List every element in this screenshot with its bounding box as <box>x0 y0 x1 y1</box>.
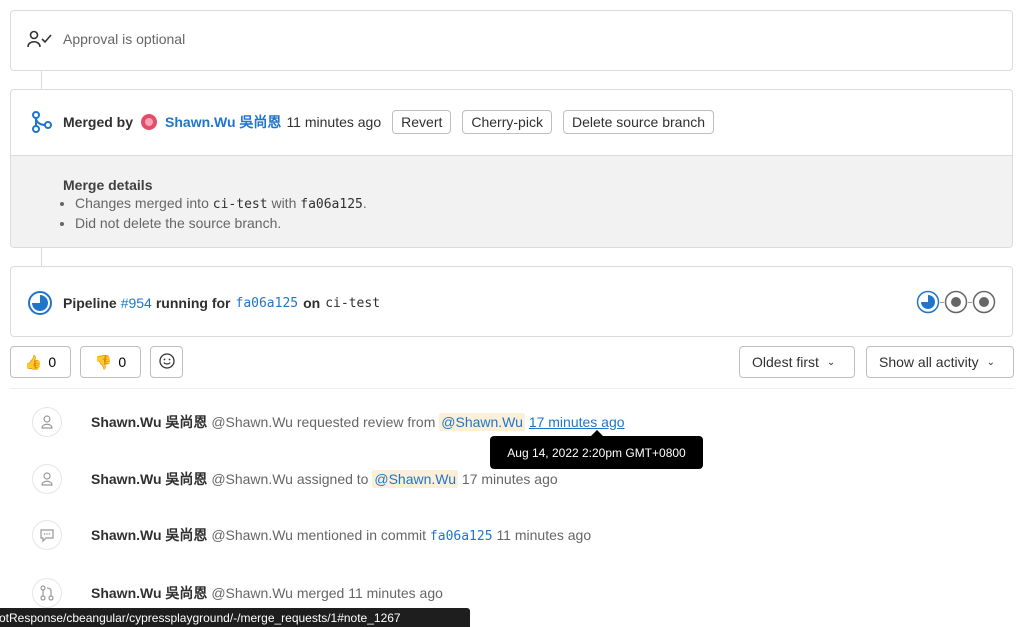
pipeline-id-link[interactable]: #954 <box>121 295 152 311</box>
activity-item: Shawn.Wu 吳尚恩 @Shawn.Wu merged 11 minutes… <box>32 575 1014 611</box>
user-icon <box>32 407 62 437</box>
user-icon <box>32 464 62 494</box>
activity-author[interactable]: Shawn.Wu 吳尚恩 <box>91 471 207 487</box>
activity-action: merged <box>296 585 345 601</box>
target-branch: ci-test <box>212 197 268 212</box>
activity-author[interactable]: Shawn.Wu 吳尚恩 <box>91 527 207 543</box>
merge-details-panel: Merge details Changes merged into ci-tes… <box>11 155 1012 247</box>
activity-action: mentioned in commit <box>296 527 427 543</box>
approval-widget: Approval is optional <box>10 10 1013 71</box>
merged-widget: Merged by Shawn.Wu 吳尚恩 11 minutes ago Re… <box>10 89 1013 248</box>
pipeline-running-icon[interactable] <box>27 290 53 316</box>
activity-handle[interactable]: @Shawn.Wu <box>211 585 293 601</box>
chevron-down-icon: ⌄ <box>826 356 836 368</box>
commit-link[interactable]: fa06a125 <box>430 529 493 544</box>
activity-handle[interactable]: @Shawn.Wu <box>211 527 293 543</box>
activity-time: 11 minutes ago <box>496 527 592 543</box>
sort-order-label: Oldest first <box>752 354 819 370</box>
merge-icon <box>31 111 53 133</box>
smiley-icon <box>158 352 175 372</box>
activity-filter-label: Show all activity <box>879 354 979 370</box>
chevron-down-icon: ⌄ <box>986 356 995 368</box>
activity-item: Shawn.Wu 吳尚恩 @Shawn.Wu mentioned in comm… <box>32 517 1014 553</box>
activity-action: assigned to <box>296 471 369 487</box>
pipeline-mini-graph <box>916 290 996 314</box>
approval-icon <box>27 29 55 49</box>
stage-created-icon[interactable] <box>944 290 968 314</box>
thumbsdown-count: 0 <box>118 354 127 370</box>
pipeline-on: on <box>303 295 321 311</box>
timestamp-tooltip: Aug 14, 2022 2:20pm GMT+0800 <box>490 430 703 469</box>
thumbsup-icon: 👍 <box>24 353 43 370</box>
pipeline-running-for: running for <box>155 295 231 311</box>
add-reaction-button[interactable] <box>150 346 183 378</box>
pipeline-commit-link[interactable]: fa06a125 <box>236 296 299 311</box>
activity-author[interactable]: Shawn.Wu 吳尚恩 <box>91 414 207 430</box>
approval-text: Approval is optional <box>63 31 186 47</box>
user-avatar <box>141 114 158 130</box>
timeline-connector <box>41 71 42 90</box>
thumbsup-count: 0 <box>48 354 57 370</box>
comment-icon <box>32 520 62 550</box>
thumbsdown-award-button[interactable]: 👎 0 <box>80 346 141 378</box>
activity-handle[interactable]: @Shawn.Wu <box>211 471 293 487</box>
activity-author[interactable]: Shawn.Wu 吳尚恩 <box>91 585 207 601</box>
delete-source-branch-button[interactable]: Delete source branch <box>562 110 715 134</box>
merge-detail-item: Did not delete the source branch. <box>75 214 367 233</box>
thumbsup-award-button[interactable]: 👍 0 <box>10 346 71 378</box>
git-merge-icon <box>32 578 62 608</box>
user-mention[interactable]: @Shawn.Wu <box>439 413 525 431</box>
merged-by-user-link[interactable]: Shawn.Wu 吳尚恩 <box>165 112 281 132</box>
merged-time: 11 minutes ago <box>286 114 382 130</box>
merge-commit: fa06a125 <box>300 197 363 212</box>
merge-detail-item: Changes merged into ci-test with fa06a12… <box>75 194 367 214</box>
pipeline-widget: Pipeline #954 running for fa06a125 on ci… <box>10 266 1013 337</box>
merged-by-label: Merged by <box>63 114 134 130</box>
activity-time-link[interactable]: 17 minutes ago <box>529 414 625 430</box>
pipeline-label: Pipeline <box>63 295 117 311</box>
activity-handle[interactable]: @Shawn.Wu <box>211 414 293 430</box>
sort-order-dropdown[interactable]: Oldest first ⌄ <box>739 346 855 378</box>
activity-time: 11 minutes ago <box>348 585 443 601</box>
activity-time: 17 minutes ago <box>461 471 558 487</box>
stage-created-icon[interactable] <box>972 290 996 314</box>
thumbsdown-icon: 👎 <box>94 353 113 370</box>
cherry-pick-button[interactable]: Cherry-pick <box>462 110 552 134</box>
merge-details-title: Merge details <box>63 177 153 193</box>
pipeline-branch-link[interactable]: ci-test <box>325 296 380 311</box>
browser-status-url: BotResponse/cbeangular/cypressplayground… <box>0 608 470 627</box>
activity-item: Shawn.Wu 吳尚恩 @Shawn.Wu requested review … <box>32 404 1014 440</box>
user-mention[interactable]: @Shawn.Wu <box>372 470 459 488</box>
divider <box>10 388 1014 389</box>
activity-filter-dropdown[interactable]: Show all activity ⌄ <box>866 346 1014 378</box>
activity-action: requested review from <box>296 414 436 430</box>
revert-button[interactable]: Revert <box>392 110 452 134</box>
timeline-connector <box>41 247 42 266</box>
stage-running-icon[interactable] <box>916 290 940 314</box>
